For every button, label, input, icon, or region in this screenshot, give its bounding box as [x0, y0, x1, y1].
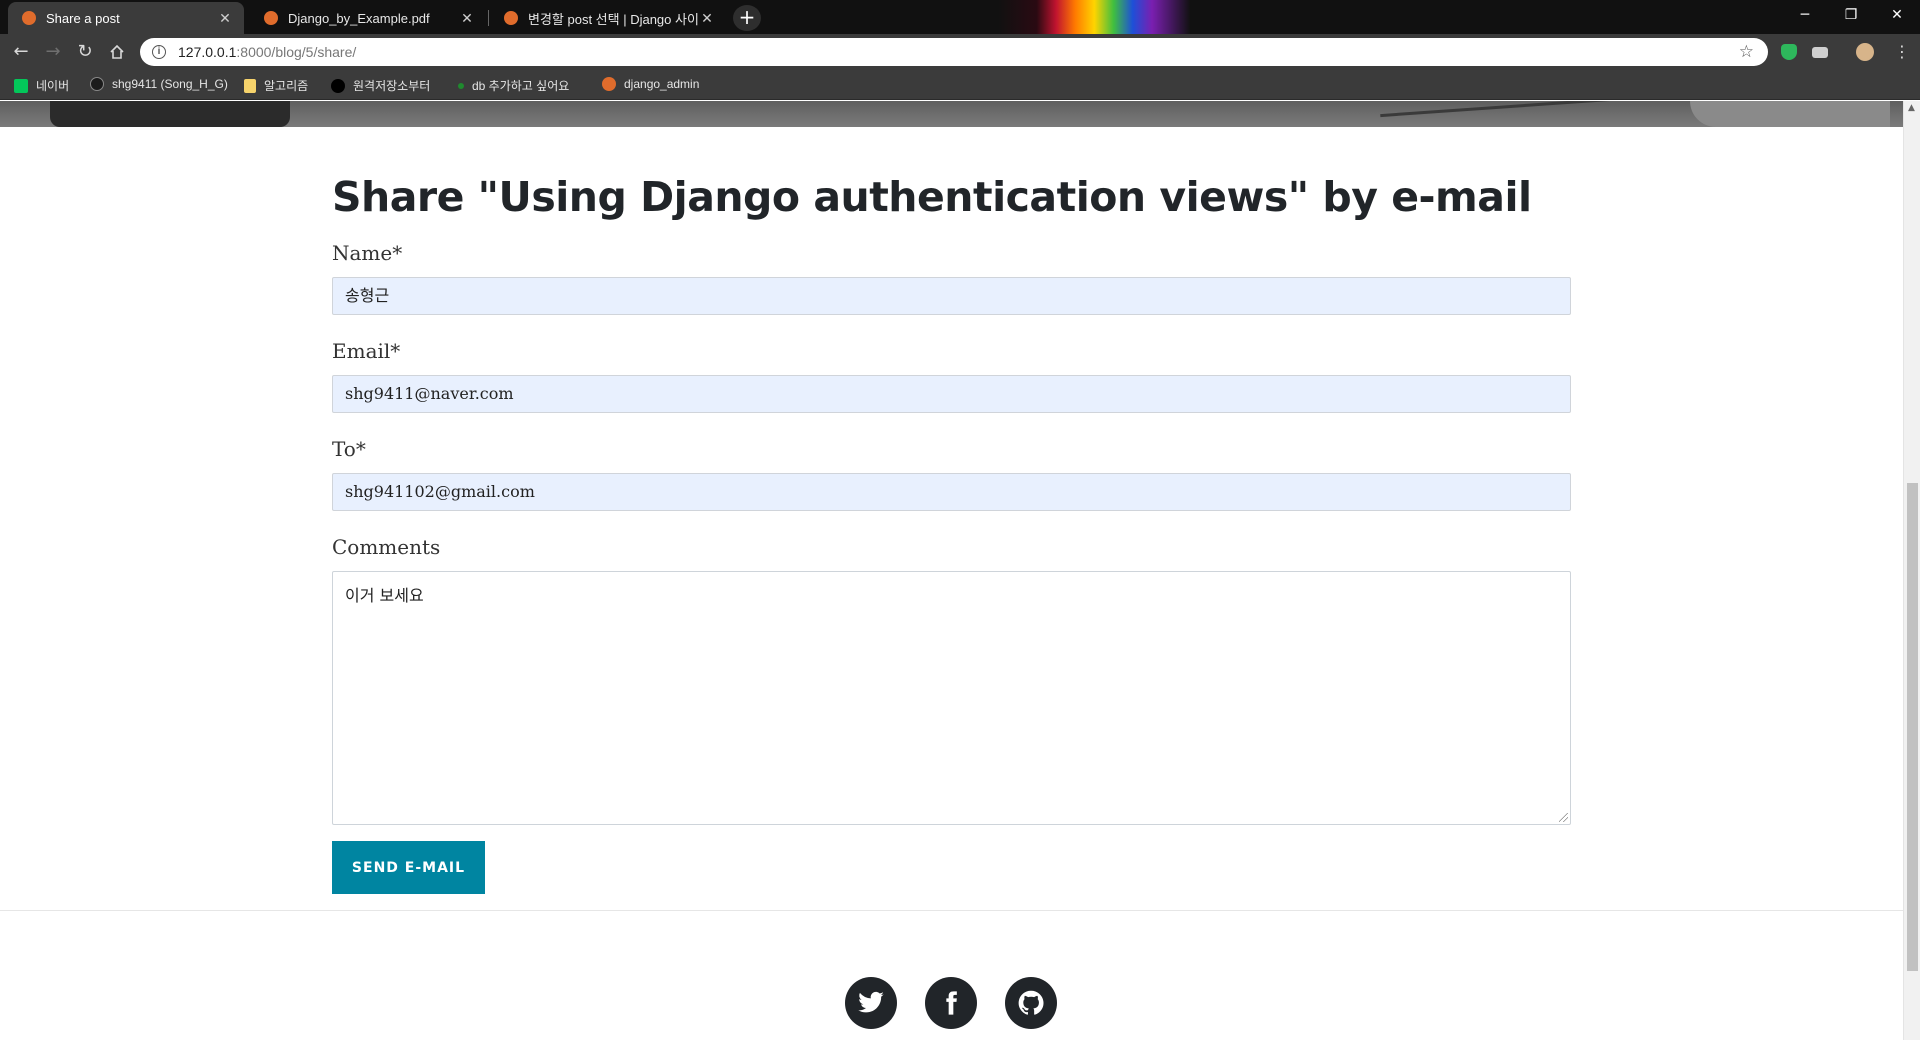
github-icon	[90, 77, 104, 91]
resize-handle[interactable]	[1559, 813, 1568, 822]
url-host: 127.0.0.1	[178, 44, 237, 60]
scroll-up-arrow-icon[interactable]: ▲	[1908, 103, 1915, 113]
tab-title: Django_by_Example.pdf	[288, 10, 430, 26]
avatar[interactable]	[1856, 43, 1874, 61]
header-image-shape	[1690, 101, 1890, 127]
django-favicon-icon	[22, 11, 36, 25]
footer-divider	[0, 910, 1903, 911]
tab-title: 변경할 post 선택 | Django 사이	[528, 11, 698, 27]
facebook-link[interactable]	[925, 977, 977, 1029]
facebook-icon	[946, 991, 957, 1015]
twitter-link[interactable]	[845, 977, 897, 1029]
header-image-shape	[50, 101, 290, 127]
github-icon	[1018, 990, 1044, 1015]
info-icon[interactable]: i	[152, 45, 166, 59]
email-field[interactable]: shg9411@naver.com	[332, 375, 1571, 413]
to-label: To*	[332, 437, 366, 461]
naver-icon	[14, 78, 28, 93]
arrow-left-icon: ←	[13, 41, 29, 62]
comments-text: 이거 보세요	[345, 586, 424, 605]
send-email-button[interactable]: SEND E-MAIL	[332, 841, 485, 894]
tab-separator	[488, 10, 489, 26]
bookmark-label: django_admin	[624, 77, 700, 91]
header-image	[0, 101, 1903, 127]
header-image-shape	[1380, 101, 1640, 118]
page-title: Share "Using Django authentication views…	[332, 173, 1532, 221]
bookmarks-bar: 네이버 shg9411 (Song_H_G) 알고리즘 원격저장소부터 db 추…	[0, 70, 1920, 100]
comments-label: Comments	[332, 535, 441, 559]
bookmark-label: db 추가하고 싶어요	[472, 79, 570, 93]
arrow-right-icon: →	[45, 41, 61, 62]
browser-toolbar: ← → ↻ i 127.0.0.1:8000/blog/5/share/ ☆ ⋮	[0, 34, 1920, 70]
more-menu-icon[interactable]: ⋮	[1892, 42, 1912, 62]
browser-tab-bar: Share a post ✕ Django_by_Example.pdf ✕ 변…	[0, 0, 1920, 34]
close-icon[interactable]: ✕	[216, 10, 234, 27]
name-field[interactable]: 송형근	[332, 277, 1571, 315]
scrollbar-thumb[interactable]	[1907, 483, 1918, 971]
twitter-icon	[858, 991, 884, 1013]
address-bar[interactable]: i 127.0.0.1:8000/blog/5/share/ ☆	[140, 38, 1768, 66]
comments-textarea[interactable]: 이거 보세요	[332, 571, 1571, 825]
restore-button[interactable]: ❐	[1828, 0, 1874, 30]
page-viewport: Share "Using Django authentication views…	[0, 101, 1903, 1040]
tab-title: Share a post	[46, 10, 120, 26]
bookmark-github[interactable]: shg9411 (Song_H_G)	[90, 77, 228, 91]
tab-django-admin[interactable]: 변경할 post 선택 | Django 사이 ✕	[490, 2, 726, 34]
django-favicon-icon	[504, 11, 518, 25]
cast-extension-icon[interactable]	[1812, 47, 1828, 58]
shield-extension-icon[interactable]	[1781, 44, 1797, 60]
bookmark-label: 네이버	[36, 79, 70, 93]
bookmark-algorithm-folder[interactable]: 알고리즘	[244, 77, 308, 94]
close-icon[interactable]: ✕	[698, 10, 716, 27]
leaf-icon	[458, 82, 464, 89]
bookmark-label: shg9411 (Song_H_G)	[112, 77, 228, 91]
bookmark-db[interactable]: db 추가하고 싶어요	[458, 77, 569, 94]
to-field[interactable]: shg941102@gmail.com	[332, 473, 1571, 511]
page-scrollbar[interactable]: ▲	[1903, 101, 1920, 1040]
home-button[interactable]	[104, 40, 130, 64]
url-path: :8000/blog/5/share/	[236, 44, 357, 60]
circle-icon	[331, 78, 345, 93]
django-favicon-icon	[602, 77, 616, 91]
tab-share-a-post[interactable]: Share a post ✕	[8, 2, 244, 34]
minimize-button[interactable]: ─	[1782, 0, 1828, 30]
close-window-button[interactable]: ✕	[1874, 0, 1920, 30]
home-icon	[110, 44, 124, 59]
bookmark-remote-repo[interactable]: 원격저장소부터	[331, 77, 430, 94]
reload-button[interactable]: ↻	[72, 40, 98, 64]
back-button[interactable]: ←	[8, 40, 34, 64]
reload-icon: ↻	[77, 41, 93, 62]
tab-django-by-example[interactable]: Django_by_Example.pdf ✕	[250, 2, 486, 34]
django-favicon-icon	[264, 11, 278, 25]
bookmark-label: 원격저장소부터	[353, 79, 431, 93]
bookmark-django-admin[interactable]: django_admin	[602, 77, 699, 91]
github-link[interactable]	[1005, 977, 1057, 1029]
bookmark-naver[interactable]: 네이버	[14, 77, 69, 94]
name-label: Name*	[332, 241, 403, 265]
email-label: Email*	[332, 339, 401, 363]
folder-icon	[244, 78, 256, 93]
new-tab-button[interactable]: +	[733, 5, 761, 31]
bookmark-label: 알고리즘	[264, 79, 309, 93]
bookmark-star-icon[interactable]: ☆	[1739, 42, 1754, 62]
forward-button[interactable]: →	[40, 40, 66, 64]
close-icon[interactable]: ✕	[458, 10, 476, 27]
